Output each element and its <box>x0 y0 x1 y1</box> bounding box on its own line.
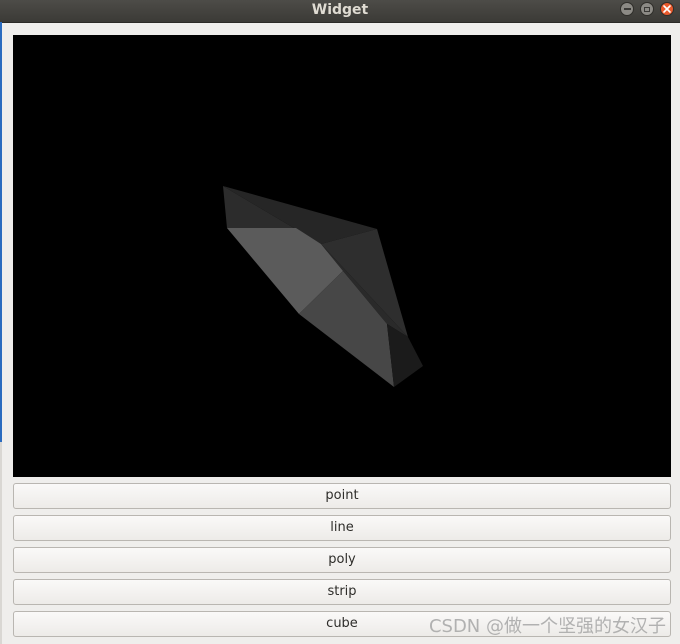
rendered-3d-shape <box>223 186 423 387</box>
maximize-icon <box>644 6 650 12</box>
close-button[interactable] <box>660 2 674 16</box>
watermark-text: CSDN @做一个坚强的女汉子 <box>428 616 666 637</box>
maximize-button[interactable] <box>640 2 654 16</box>
window-edge-lower <box>0 442 2 644</box>
title-bar[interactable]: Widget <box>0 0 680 23</box>
strip-button[interactable]: strip <box>13 579 671 605</box>
opengl-viewport[interactable] <box>13 35 671 477</box>
minimize-button[interactable] <box>620 2 634 16</box>
app-window: Widget point line poly strip cube CSDN @… <box>0 0 680 644</box>
window-title: Widget <box>311 2 369 18</box>
point-button[interactable]: point <box>13 483 671 509</box>
minimize-icon <box>623 8 631 10</box>
poly-button[interactable]: poly <box>13 547 671 573</box>
window-edge <box>0 22 2 442</box>
line-button[interactable]: line <box>13 515 671 541</box>
close-icon <box>663 5 671 13</box>
